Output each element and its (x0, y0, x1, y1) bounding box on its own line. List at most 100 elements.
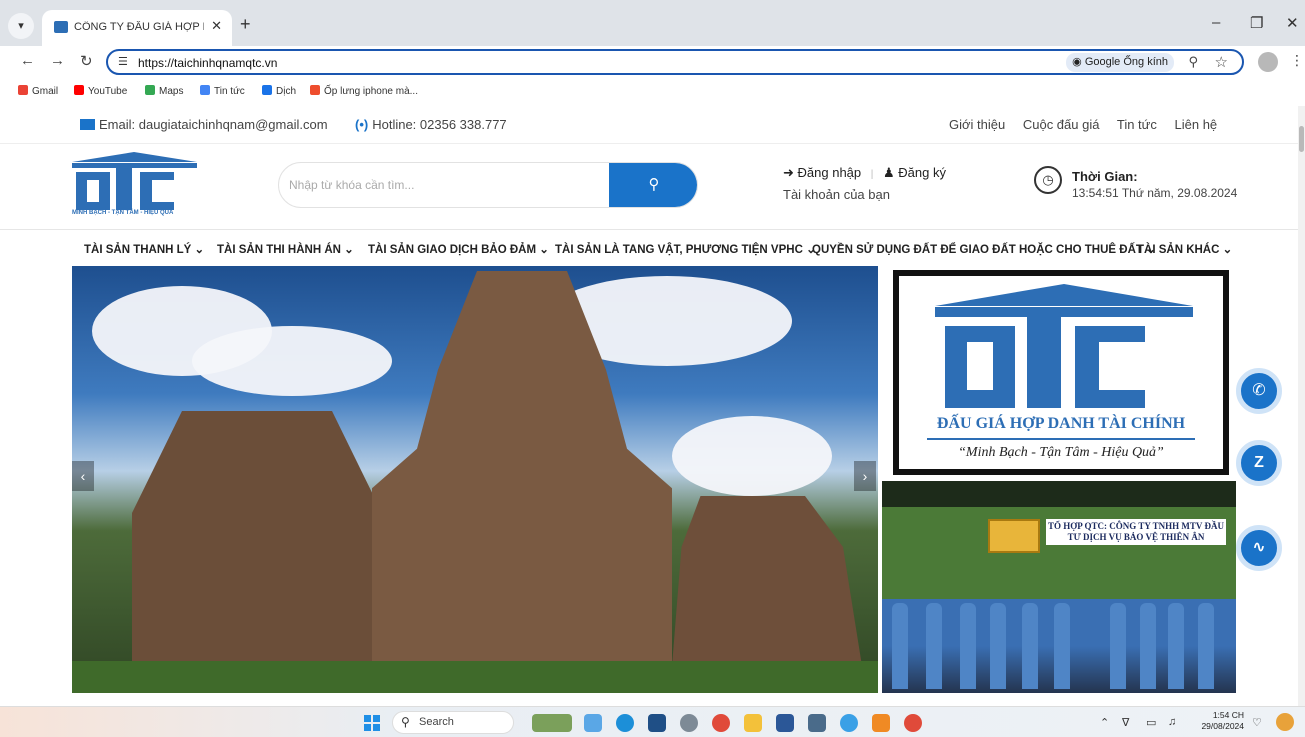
nav-judgment-assets[interactable]: TÀI SẢN THI HÀNH ÁN ⌄ (217, 242, 354, 256)
link-contact[interactable]: Liên hệ (1175, 117, 1218, 132)
login-label: Đăng nhập (797, 165, 862, 180)
browser-tab-bar: ▾ CÔNG TY ĐẤU GIÁ HỢP DANH ✕ + – ❐ ✕ (0, 0, 1305, 46)
bookmark-news[interactable]: Tin tức (200, 85, 245, 97)
bookmark-shopee[interactable]: Ốp lưng iphone mà... (310, 85, 418, 97)
widgets-icon[interactable] (532, 714, 572, 732)
qtc-logo[interactable] (72, 152, 197, 214)
person-figure (1168, 603, 1184, 689)
new-tab-button[interactable]: + (240, 14, 251, 35)
messenger-button[interactable]: ∿ (1236, 525, 1282, 571)
divider (927, 438, 1195, 440)
chevron-down-icon: ⌄ (539, 244, 549, 256)
menu-kebab-icon[interactable]: ⋮ (1290, 52, 1304, 69)
person-figure (1054, 603, 1070, 689)
login-link[interactable]: ➜ Đăng nhập (783, 165, 861, 180)
app-icon[interactable] (872, 714, 890, 732)
hotline-contact[interactable]: (•) Hotline: 02356 338.777 (355, 117, 507, 132)
reload-icon[interactable]: ↻ (80, 52, 93, 70)
maps-icon (145, 85, 155, 95)
system-clock[interactable]: 1:54 CH 29/08/2024 (1194, 710, 1244, 732)
bookmark-youtube[interactable]: YouTube (74, 85, 127, 97)
back-arrow-icon[interactable]: ← (20, 52, 35, 69)
calculator-icon[interactable] (808, 714, 826, 732)
site-info-icon[interactable]: ☰ (118, 55, 128, 68)
bookmarks-bar: Gmail YouTube Maps Tin tức Dịch Ốp lưng … (0, 80, 1305, 104)
person-figure (1022, 603, 1038, 689)
close-tab-icon[interactable]: ✕ (211, 18, 222, 34)
chevron-down-icon: ⌄ (194, 244, 205, 256)
slider-next-button[interactable]: › (854, 461, 876, 491)
call-button[interactable]: ✆ (1236, 368, 1282, 414)
page-scrollbar[interactable] (1298, 106, 1305, 706)
zoom-icon[interactable]: ⚲ (1188, 54, 1198, 70)
search-input[interactable] (279, 163, 609, 207)
bookmark-maps[interactable]: Maps (145, 85, 183, 97)
bookmark-gmail[interactable]: Gmail (18, 85, 58, 97)
bookmark-translate[interactable]: Dịch (262, 85, 296, 97)
tray-chevron-up-icon[interactable]: ⌃ (1100, 716, 1109, 729)
zalo-icon: Z (1254, 454, 1264, 471)
zalo-button[interactable]: Z (1236, 440, 1282, 486)
search-icon: ⚲ (401, 715, 410, 729)
scroll-thumb[interactable] (1299, 126, 1304, 152)
google-lens-button[interactable]: ◉ Google Ống kính (1066, 53, 1174, 72)
login-icon: ➜ (783, 165, 794, 180)
bookmark-label: Ốp lưng iphone mà... (324, 86, 418, 97)
notification-bell-icon[interactable]: ♡ (1252, 716, 1262, 729)
vpn-icon[interactable]: ∇ (1122, 716, 1129, 729)
chrome-alt-icon[interactable] (904, 714, 922, 732)
slider-prev-button[interactable]: ‹ (72, 461, 94, 491)
minimize-icon[interactable]: – (1212, 14, 1220, 31)
nav-land-use-rights[interactable]: QUYỀN SỬ DỤNG ĐẤT ĐỂ GIAO ĐẤT HOẶC CHO T… (812, 242, 1156, 256)
gallery-icon[interactable] (584, 714, 602, 732)
file-explorer-icon[interactable] (744, 714, 762, 732)
chrome-icon[interactable] (712, 714, 730, 732)
word-icon[interactable] (776, 714, 794, 732)
clock-date: 29/08/2024 (1201, 721, 1244, 731)
phone-icon: ✆ (1252, 382, 1266, 399)
browser-tab[interactable]: CÔNG TY ĐẤU GIÁ HỢP DANH ✕ (42, 10, 232, 46)
nav-label: TÀI SẢN THI HÀNH ÁN (217, 244, 341, 256)
forward-arrow-icon[interactable]: → (50, 52, 65, 69)
network-icon[interactable]: ▭ (1146, 716, 1156, 729)
tab-search-button[interactable]: ▾ (8, 13, 34, 39)
bookmark-star-icon[interactable]: ☆ (1215, 53, 1228, 71)
lens-icon: ◉ (1072, 56, 1085, 68)
zalo-app-icon[interactable] (840, 714, 858, 732)
nav-other-assets[interactable]: TÀI SẢN KHÁC ⌄ (1137, 242, 1232, 256)
nav-label: TÀI SẢN LÀ TANG VẬT, PHƯƠNG TIỆN VPHC (555, 244, 803, 256)
nav-secured-assets[interactable]: TÀI SẢN GIAO DỊCH BẢO ĐẢM ⌄ (368, 242, 549, 256)
browser-toolbar: ← → ↻ ☰ https://taichinhqnamqtc.vn ◉ Goo… (0, 46, 1305, 78)
nav-liquidation-assets[interactable]: TÀI SẢN THANH LÝ ⌄ (84, 242, 204, 256)
contact-topbar: Email: daugiataichinhqnam@gmail.com (•) H… (0, 106, 1298, 144)
link-auctions[interactable]: Cuộc đấu giá (1023, 117, 1100, 132)
register-link[interactable]: ♟ Đăng ký (883, 165, 946, 180)
person-figure (1140, 603, 1156, 689)
email-contact[interactable]: Email: daugiataichinhqnam@gmail.com (80, 117, 328, 132)
restore-icon[interactable]: ❐ (1250, 14, 1263, 32)
nav-label: TÀI SẢN GIAO DỊCH BẢO ĐẢM (368, 244, 537, 256)
translate-icon (262, 85, 272, 95)
copilot-icon[interactable] (1276, 713, 1294, 731)
gmail-icon (18, 85, 28, 95)
person-figure (1110, 603, 1126, 689)
account-links: ➜ Đăng nhập | ♟ Đăng ký (783, 165, 946, 181)
edge-icon[interactable] (616, 714, 634, 732)
taskbar-search[interactable]: ⚲ Search (392, 711, 514, 734)
settings-icon[interactable] (680, 714, 698, 732)
youtube-icon (74, 85, 84, 95)
address-bar[interactable]: ☰ https://taichinhqnamqtc.vn ◉ Google Ốn… (106, 49, 1244, 75)
messenger-icon: ∿ (1252, 539, 1266, 556)
link-about[interactable]: Giới thiệu (949, 117, 1005, 132)
volume-icon[interactable]: ♫ (1168, 716, 1176, 728)
search-button[interactable]: ⚲ (609, 163, 697, 207)
partner-banner[interactable]: TỔ HỢP QTC: CÔNG TY TNHH MTV ĐẦU TƯ DỊCH… (882, 481, 1236, 693)
brand-banner[interactable]: ĐẤU GIÁ HỢP DANH TÀI CHÍNH “Minh Bạch - … (893, 270, 1229, 475)
store-icon[interactable] (648, 714, 666, 732)
nav-confiscated-assets[interactable]: TÀI SẢN LÀ TANG VẬT, PHƯƠNG TIỆN VPHC ⌄ (555, 242, 816, 256)
url-text[interactable]: https://taichinhqnamqtc.vn (138, 56, 277, 70)
close-window-icon[interactable]: ✕ (1286, 14, 1299, 32)
windows-start-icon[interactable] (364, 715, 380, 731)
profile-avatar[interactable] (1258, 52, 1278, 72)
link-news[interactable]: Tin tức (1117, 117, 1157, 132)
